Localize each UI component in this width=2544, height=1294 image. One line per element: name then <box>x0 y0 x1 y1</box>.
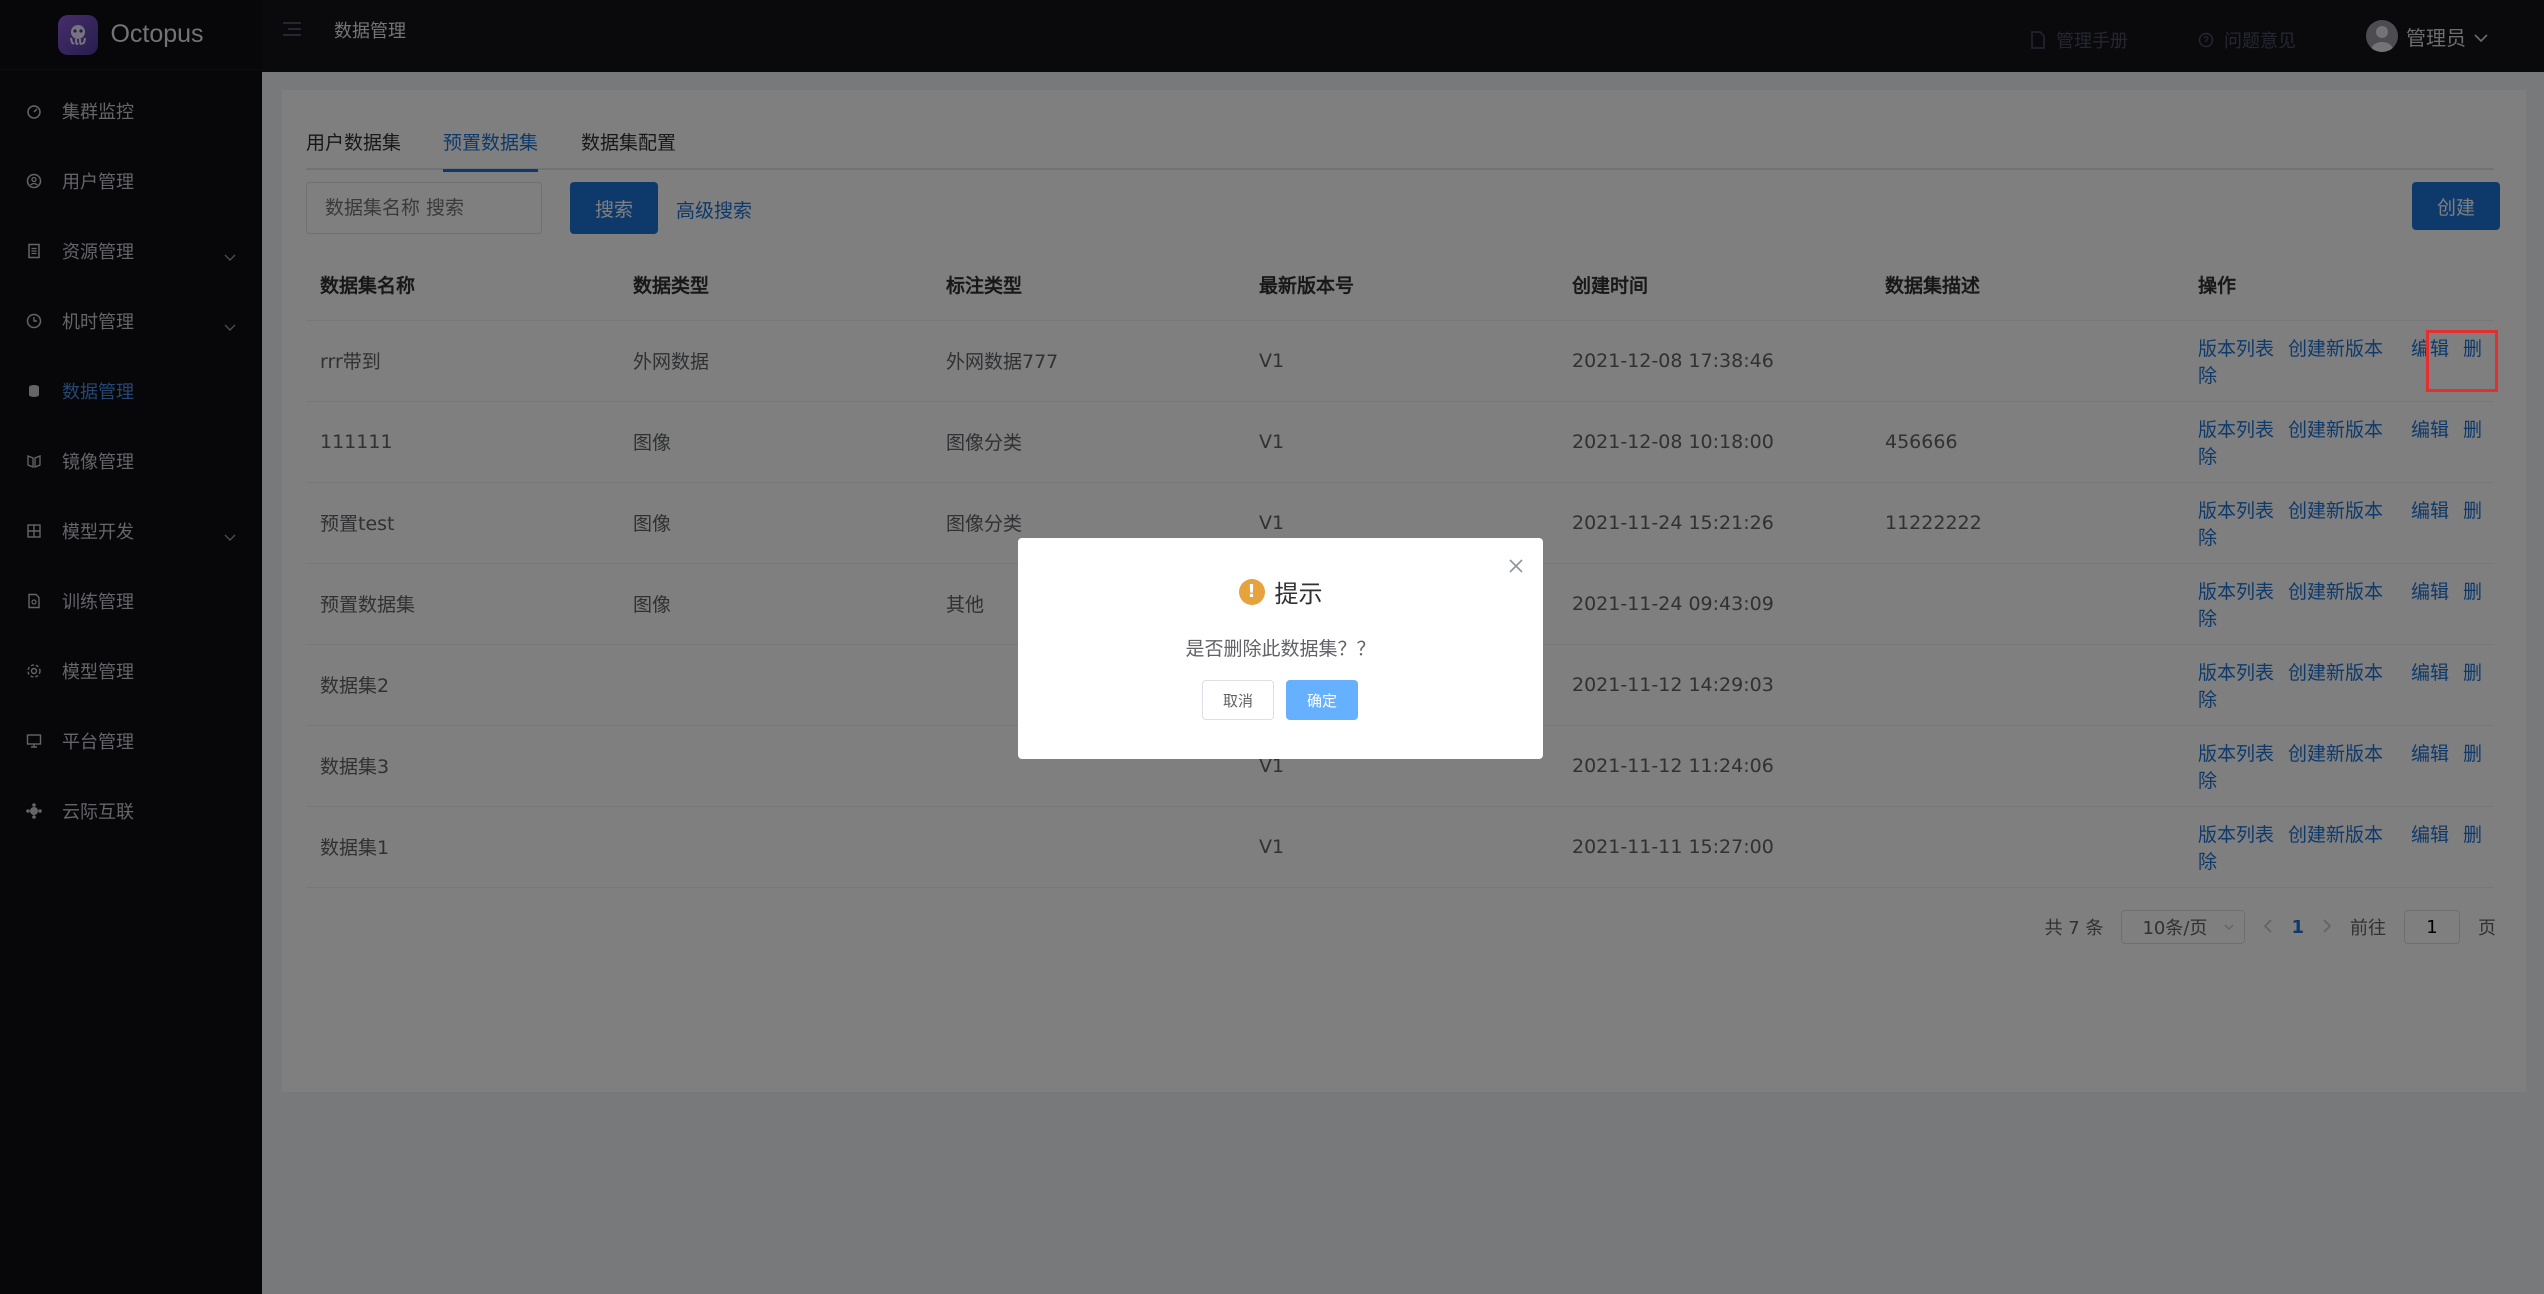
warning-icon: ! <box>1238 578 1265 605</box>
dialog-title-text: 提示 <box>1274 580 1323 608</box>
confirm-dialog: ! 提示 是否删除此数据集？？ 取消 确定 <box>1018 538 1543 759</box>
dialog-title: ! 提示 <box>1018 574 1543 609</box>
delete-highlight-box <box>2426 330 2498 392</box>
cancel-button[interactable]: 取消 <box>1202 680 1274 720</box>
dialog-message: 是否删除此数据集？？ <box>1185 638 1376 660</box>
confirm-button[interactable]: 确定 <box>1286 680 1358 720</box>
